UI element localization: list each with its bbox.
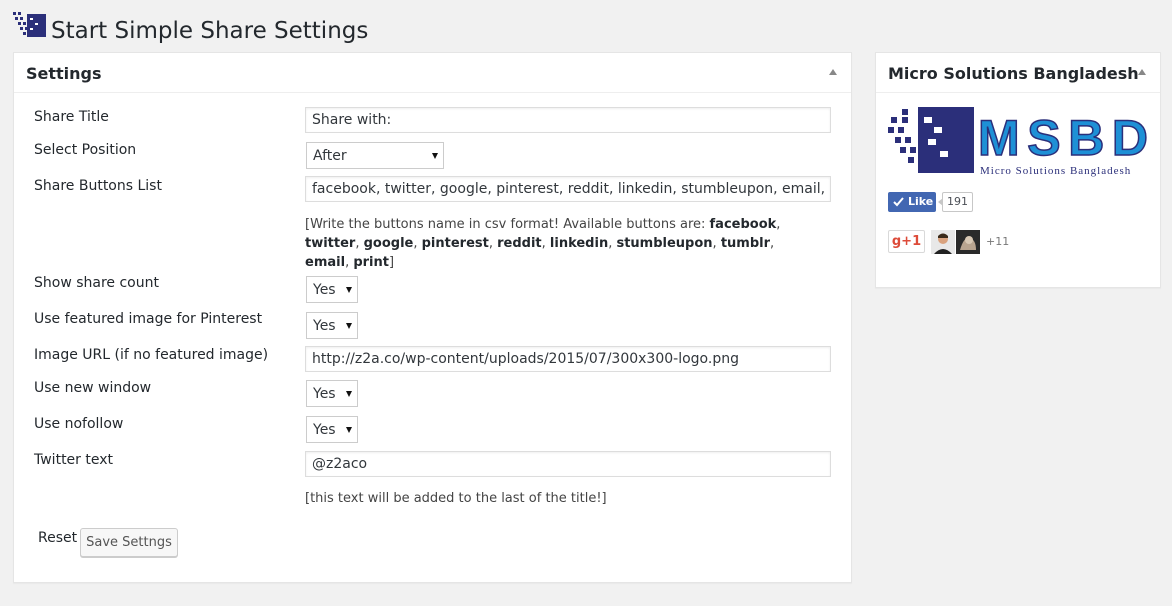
- share-buttons-help: [Write the buttons name in csv format! A…: [305, 217, 781, 270]
- show-share-count-dropdown[interactable]: Yes: [306, 276, 358, 303]
- twitter-text-input[interactable]: [305, 451, 831, 477]
- featured-pinterest-dropdown[interactable]: Yes: [306, 312, 358, 339]
- like-count-bubble: 191: [938, 192, 973, 212]
- available-button-name: twitter: [305, 236, 356, 251]
- select-position-label: Select Position: [34, 142, 137, 158]
- share-buttons-input[interactable]: [305, 176, 831, 202]
- reset-link[interactable]: Reset: [38, 530, 77, 546]
- available-button-name: facebook: [709, 217, 777, 232]
- twitter-text-help: [this text will be added to the last of …: [305, 491, 607, 506]
- settings-panel-header[interactable]: Settings: [14, 53, 851, 93]
- available-button-name: print: [353, 255, 389, 270]
- nofollow-label: Use nofollow: [34, 416, 124, 432]
- dropdown-arrow-icon: [346, 323, 352, 329]
- dropdown-arrow-icon: [432, 153, 438, 159]
- select-position-value: After: [313, 148, 347, 164]
- msbd-logo[interactable]: MSBD Micro Solutions Bangladesh: [888, 107, 1150, 179]
- like-label: Like: [908, 195, 934, 208]
- avatar[interactable]: [931, 230, 955, 254]
- available-button-name: linkedin: [549, 236, 609, 251]
- new-window-value: Yes: [313, 386, 336, 402]
- plugin-grid-icon: [13, 12, 46, 37]
- new-window-label: Use new window: [34, 380, 152, 396]
- settings-panel: Settings Share Title Select Position Aft…: [13, 52, 852, 583]
- settings-panel-title: Settings: [26, 64, 102, 83]
- available-button-name: email: [305, 255, 346, 270]
- save-settings-button[interactable]: Save Settngs: [80, 528, 178, 557]
- facebook-like-button[interactable]: Like: [888, 192, 936, 212]
- dropdown-arrow-icon: [346, 391, 352, 397]
- sponsor-panel-title: Micro Solutions Bangladesh: [888, 64, 1139, 83]
- available-button-name: tumblr: [720, 236, 771, 251]
- select-position-dropdown[interactable]: After: [306, 142, 444, 169]
- page-title: Start Simple Share Settings: [51, 18, 369, 44]
- nofollow-dropdown[interactable]: Yes: [306, 416, 358, 443]
- collapse-toggle-icon[interactable]: [1138, 69, 1146, 75]
- plus-count: +11: [986, 235, 1010, 248]
- sponsor-panel: Micro Solutions Bangladesh MSBD Micro So…: [875, 52, 1161, 288]
- share-title-label: Share Title: [34, 109, 109, 125]
- show-share-count-value: Yes: [313, 282, 336, 298]
- sponsor-panel-header[interactable]: Micro Solutions Bangladesh: [876, 53, 1160, 93]
- checkmark-icon: [893, 197, 904, 207]
- featured-pinterest-label: Use featured image for Pinterest: [34, 311, 263, 327]
- image-url-input[interactable]: [305, 346, 831, 372]
- twitter-text-label: Twitter text: [34, 452, 114, 468]
- google-plus-one-button[interactable]: g+1: [888, 230, 925, 253]
- available-button-name: reddit: [497, 236, 542, 251]
- collapse-toggle-icon[interactable]: [829, 69, 837, 75]
- dropdown-arrow-icon: [346, 427, 352, 433]
- share-title-input[interactable]: [305, 107, 831, 133]
- featured-pinterest-value: Yes: [313, 318, 336, 334]
- image-url-label: Image URL (if no featured image): [34, 347, 269, 363]
- show-share-count-label: Show share count: [34, 275, 159, 291]
- available-button-name: pinterest: [421, 236, 489, 251]
- msbd-logo-tagline: Micro Solutions Bangladesh: [980, 165, 1131, 177]
- dropdown-arrow-icon: [346, 287, 352, 293]
- nofollow-value: Yes: [313, 422, 336, 438]
- new-window-dropdown[interactable]: Yes: [306, 380, 358, 407]
- available-button-name: stumbleupon: [616, 236, 713, 251]
- avatar[interactable]: [956, 230, 980, 254]
- available-button-name: google: [363, 236, 414, 251]
- share-buttons-label: Share Buttons List: [34, 178, 162, 194]
- msbd-logo-text: MSBD: [978, 110, 1148, 166]
